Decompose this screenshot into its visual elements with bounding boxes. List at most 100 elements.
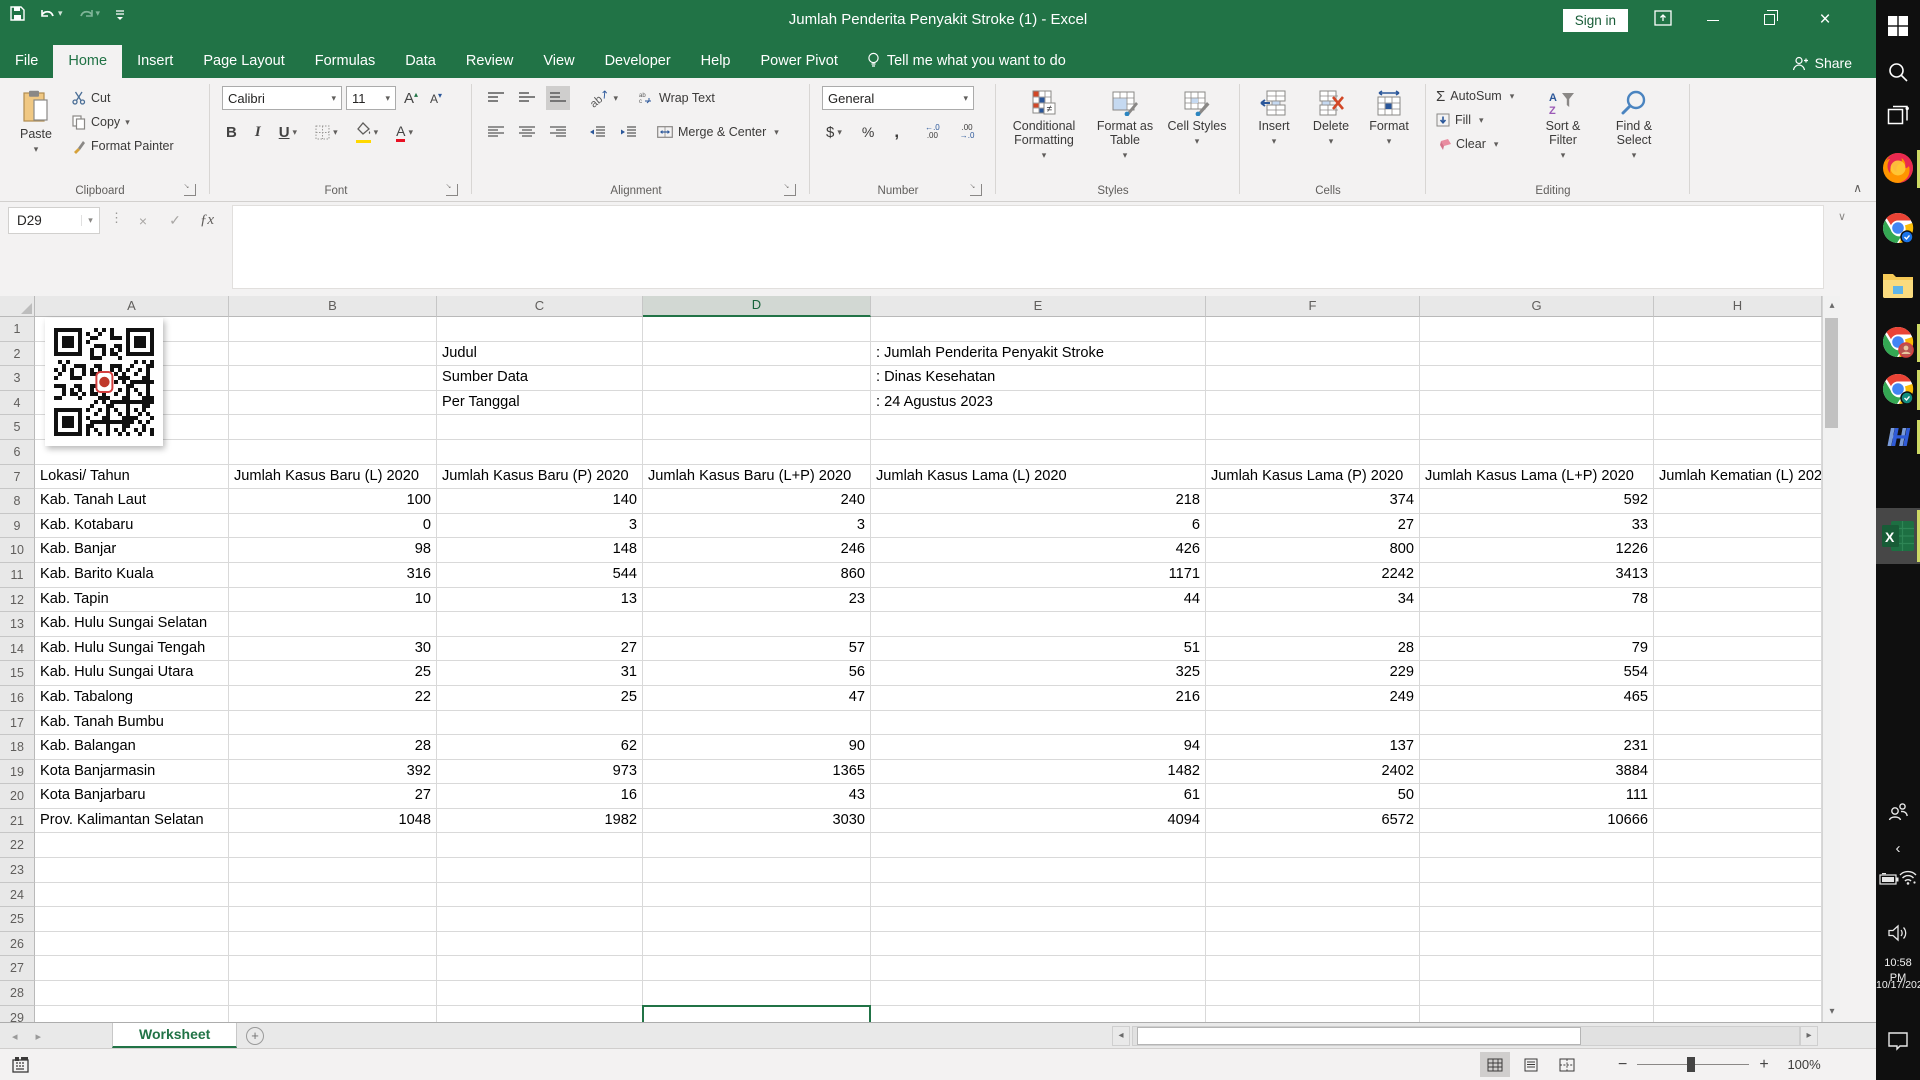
row-header-25[interactable]: 25 — [0, 907, 35, 932]
action-center-button[interactable] — [1876, 1026, 1920, 1056]
cell-e13[interactable] — [871, 612, 1206, 637]
conditional-formatting-button[interactable]: ≠ Conditional Formatting ▾ — [1004, 82, 1084, 161]
scroll-up-arrow[interactable]: ▴ — [1823, 296, 1841, 316]
next-sheet-button[interactable]: ▸ — [36, 1030, 42, 1043]
cell-c6[interactable] — [437, 440, 643, 465]
row-header-18[interactable]: 18 — [0, 735, 35, 760]
new-sheet-button[interactable]: + — [246, 1027, 264, 1045]
tab-data[interactable]: Data — [390, 45, 451, 78]
cell-c18[interactable]: 62 — [437, 735, 643, 760]
autosum-button[interactable]: Σ AutoSum — [1436, 84, 1514, 108]
cell-c9[interactable]: 3 — [437, 514, 643, 539]
cell-d15[interactable]: 56 — [643, 661, 871, 686]
cell-c21[interactable]: 1982 — [437, 809, 643, 834]
cell-b20[interactable]: 27 — [229, 784, 437, 809]
cell-b23[interactable] — [229, 858, 437, 883]
cell-d10[interactable]: 246 — [643, 538, 871, 563]
cell-c10[interactable]: 148 — [437, 538, 643, 563]
cell-h23[interactable] — [1654, 858, 1822, 883]
cell-d12[interactable]: 23 — [643, 588, 871, 613]
start-button[interactable] — [1876, 12, 1920, 40]
cell-g13[interactable] — [1420, 612, 1654, 637]
row-header-14[interactable]: 14 — [0, 637, 35, 662]
delete-cells-button[interactable]: Delete ▾ — [1304, 82, 1358, 147]
tab-power-pivot[interactable]: Power Pivot — [745, 45, 852, 78]
tab-page-layout[interactable]: Page Layout — [188, 45, 299, 78]
cell-e19[interactable]: 1482 — [871, 760, 1206, 785]
cell-a13[interactable]: Kab. Hulu Sungai Selatan — [35, 612, 229, 637]
underline-button[interactable]: U — [275, 120, 301, 144]
cell-e26[interactable] — [871, 932, 1206, 957]
cell-g12[interactable]: 78 — [1420, 588, 1654, 613]
scroll-down-arrow[interactable]: ▾ — [1823, 1002, 1841, 1022]
decrease-decimal-button[interactable]: .00→.0 — [956, 120, 979, 144]
cell-a23[interactable] — [35, 858, 229, 883]
cell-h7[interactable]: Jumlah Kematian (L) 2020 — [1654, 465, 1822, 490]
cell-c4[interactable]: Per Tanggal — [437, 391, 643, 416]
column-header-h[interactable]: H — [1654, 296, 1822, 317]
cell-e16[interactable]: 216 — [871, 686, 1206, 711]
row-header-4[interactable]: 4 — [0, 391, 35, 416]
cell-c24[interactable] — [437, 883, 643, 908]
cell-b10[interactable]: 98 — [229, 538, 437, 563]
cell-h1[interactable] — [1654, 317, 1822, 342]
cell-b28[interactable] — [229, 981, 437, 1006]
cell-a12[interactable]: Kab. Tapin — [35, 588, 229, 613]
cell-h9[interactable] — [1654, 514, 1822, 539]
cell-g4[interactable] — [1420, 391, 1654, 416]
cell-e18[interactable]: 94 — [871, 735, 1206, 760]
cell-g20[interactable]: 111 — [1420, 784, 1654, 809]
cell-h12[interactable] — [1654, 588, 1822, 613]
cell-g28[interactable] — [1420, 981, 1654, 1006]
cell-h18[interactable] — [1654, 735, 1822, 760]
cell-f15[interactable]: 229 — [1206, 661, 1420, 686]
format-as-table-button[interactable]: Format as Table ▾ — [1088, 82, 1162, 161]
cell-d1[interactable] — [643, 317, 871, 342]
cell-f2[interactable] — [1206, 342, 1420, 367]
font-color-button[interactable]: A — [392, 120, 417, 144]
sheet-tab-worksheet[interactable]: Worksheet — [112, 1023, 237, 1048]
cell-f5[interactable] — [1206, 415, 1420, 440]
cell-f29[interactable] — [1206, 1006, 1420, 1022]
cell-a11[interactable]: Kab. Barito Kuala — [35, 563, 229, 588]
cell-e6[interactable] — [871, 440, 1206, 465]
cell-f13[interactable] — [1206, 612, 1420, 637]
font-dialog-launcher[interactable] — [446, 184, 458, 196]
cell-c5[interactable] — [437, 415, 643, 440]
cell-g23[interactable] — [1420, 858, 1654, 883]
formula-bar-expand-button[interactable]: ∨ — [1838, 210, 1846, 223]
cell-d7[interactable]: Jumlah Kasus Baru (L+P) 2020 — [643, 465, 871, 490]
cell-b27[interactable] — [229, 956, 437, 981]
cell-b12[interactable]: 10 — [229, 588, 437, 613]
increase-decimal-button[interactable]: ←.0.00 — [921, 120, 944, 144]
cell-g29[interactable] — [1420, 1006, 1654, 1022]
cell-c16[interactable]: 25 — [437, 686, 643, 711]
bottom-align-button[interactable] — [546, 86, 570, 110]
column-header-a[interactable]: A — [35, 296, 229, 317]
merge-center-button[interactable]: Merge & Center — [657, 120, 779, 144]
alignment-dialog-launcher[interactable] — [784, 184, 796, 196]
cell-a26[interactable] — [35, 932, 229, 957]
top-align-button[interactable] — [484, 86, 508, 110]
decrease-indent-button[interactable] — [585, 120, 609, 144]
cell-h22[interactable] — [1654, 833, 1822, 858]
cell-g19[interactable]: 3884 — [1420, 760, 1654, 785]
cell-e1[interactable] — [871, 317, 1206, 342]
cell-b16[interactable]: 22 — [229, 686, 437, 711]
cell-c11[interactable]: 544 — [437, 563, 643, 588]
fill-button[interactable]: Fill — [1436, 108, 1514, 132]
row-header-10[interactable]: 10 — [0, 538, 35, 563]
scroll-right-arrow[interactable]: ▸ — [1800, 1026, 1818, 1046]
cell-h26[interactable] — [1654, 932, 1822, 957]
cell-b18[interactable]: 28 — [229, 735, 437, 760]
cell-c25[interactable] — [437, 907, 643, 932]
collapse-ribbon-button[interactable]: ∧ — [1853, 181, 1862, 195]
previous-sheet-button[interactable]: ◂ — [12, 1030, 18, 1043]
cell-h5[interactable] — [1654, 415, 1822, 440]
cell-g7[interactable]: Jumlah Kasus Lama (L+P) 2020 — [1420, 465, 1654, 490]
cell-f26[interactable] — [1206, 932, 1420, 957]
cell-f3[interactable] — [1206, 366, 1420, 391]
cell-b29[interactable] — [229, 1006, 437, 1022]
cell-b6[interactable] — [229, 440, 437, 465]
cell-d27[interactable] — [643, 956, 871, 981]
